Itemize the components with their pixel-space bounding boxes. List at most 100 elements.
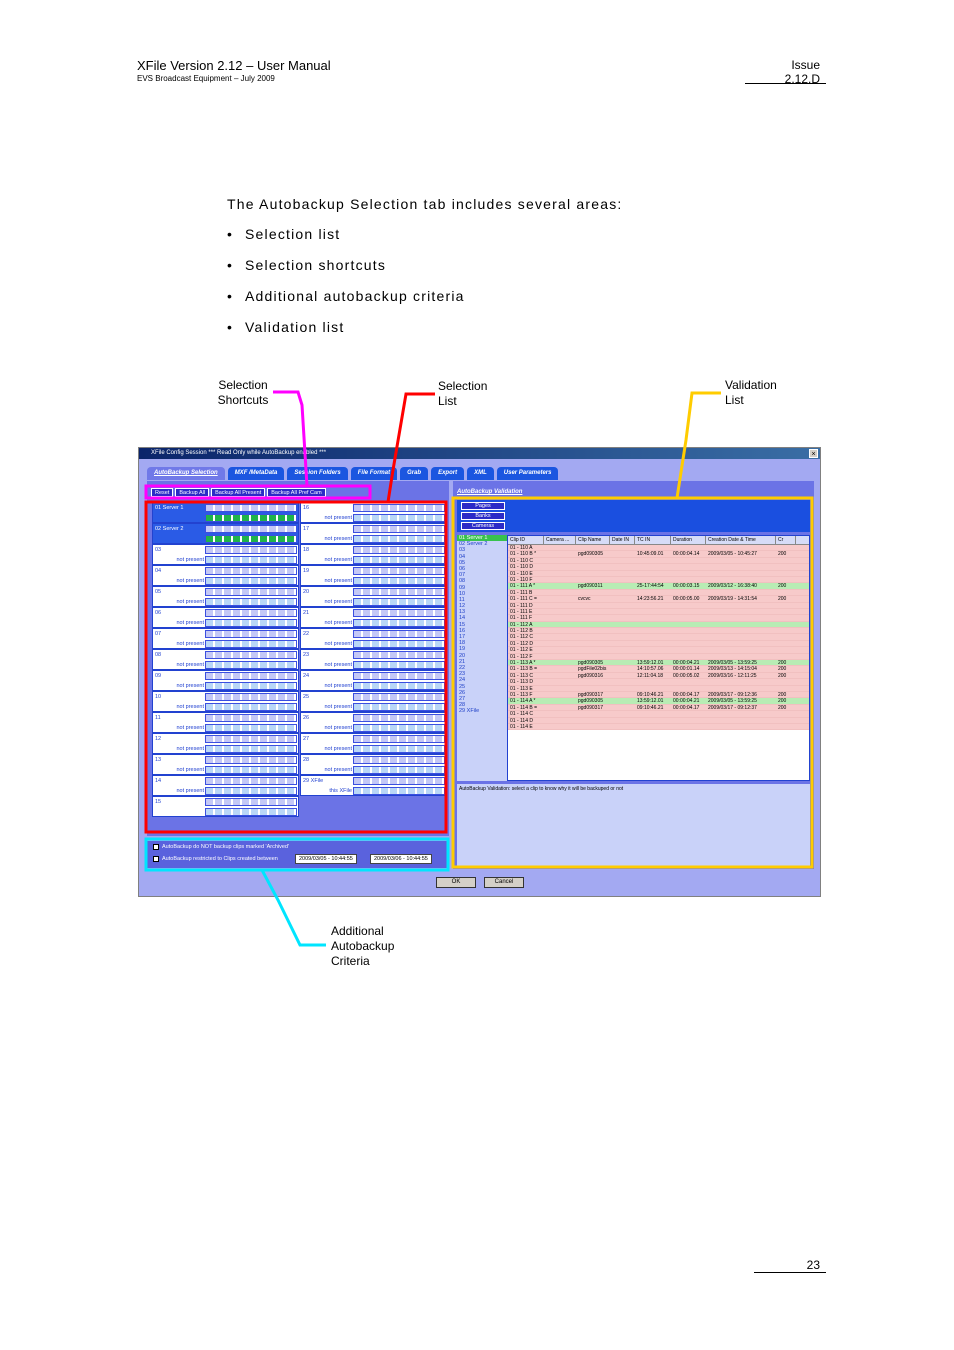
page-buttons[interactable]	[353, 577, 445, 585]
tab-user-parameters[interactable]: User Parameters	[496, 467, 559, 480]
selection-cell[interactable]: 14 not present	[152, 775, 299, 796]
selection-cell[interactable]: 29 XFile this XFile	[300, 775, 447, 796]
page-buttons[interactable]	[205, 766, 297, 774]
page-buttons[interactable]	[353, 787, 445, 795]
camera-buttons[interactable]	[353, 525, 445, 533]
date-to-field[interactable]: 2009/03/06 - 10:44:55	[370, 854, 432, 864]
camera-buttons[interactable]	[205, 651, 297, 659]
page-buttons[interactable]	[205, 535, 297, 543]
page-buttons[interactable]	[205, 514, 297, 522]
selection-cell[interactable]: 15	[152, 796, 299, 817]
camera-buttons[interactable]	[353, 609, 445, 617]
selection-cell[interactable]: 22 not present	[300, 628, 447, 649]
selection-cell[interactable]: 03 not present	[152, 544, 299, 565]
page-buttons[interactable]	[205, 640, 297, 648]
camera-buttons[interactable]	[205, 630, 297, 638]
page-buttons[interactable]	[353, 766, 445, 774]
tab-mxf-metadata[interactable]: MXF /MetaData	[227, 467, 285, 480]
tab-autobackup-selection[interactable]: AutoBackup Selection	[147, 467, 225, 480]
column-header[interactable]: Clip ID	[508, 536, 544, 544]
camera-buttons[interactable]	[205, 609, 297, 617]
close-icon[interactable]: ×	[809, 449, 818, 458]
page-buttons[interactable]	[353, 661, 445, 669]
tab-file-format[interactable]: File Format	[350, 467, 398, 480]
tab-xml[interactable]: XML	[467, 467, 494, 480]
camera-buttons[interactable]	[205, 567, 297, 575]
page-buttons[interactable]	[353, 619, 445, 627]
selection-cell[interactable]: 10 not present	[152, 691, 299, 712]
selection-cell[interactable]: 21 not present	[300, 607, 447, 628]
selection-cell[interactable]: 16 not present	[300, 502, 447, 523]
cancel-button[interactable]: Cancel	[484, 877, 524, 888]
selection-cell[interactable]: 12 not present	[152, 733, 299, 754]
page-buttons[interactable]	[353, 556, 445, 564]
page-buttons[interactable]	[353, 682, 445, 690]
page-buttons[interactable]	[353, 514, 445, 522]
camera-buttons[interactable]	[205, 735, 297, 743]
camera-buttons[interactable]	[353, 504, 445, 512]
camera-buttons[interactable]	[205, 777, 297, 785]
camera-buttons[interactable]	[353, 630, 445, 638]
backup-all-pref-cam-button[interactable]: Backup All Pref Cam	[267, 488, 326, 497]
camera-buttons[interactable]	[205, 504, 297, 512]
camera-buttons[interactable]	[353, 672, 445, 680]
camera-buttons[interactable]	[353, 693, 445, 701]
page-buttons[interactable]	[205, 703, 297, 711]
criteria-date-row[interactable]: AutoBackup restricted to Clips created b…	[153, 856, 278, 862]
camera-buttons[interactable]	[205, 693, 297, 701]
page-buttons[interactable]	[353, 535, 445, 543]
selection-cell[interactable]: 25 not present	[300, 691, 447, 712]
selection-cell[interactable]: 23 not present	[300, 649, 447, 670]
camera-buttons[interactable]	[353, 588, 445, 596]
tab-export[interactable]: Export	[431, 467, 465, 480]
selection-cell[interactable]: 28 not present	[300, 754, 447, 775]
cameras-label[interactable]: Cameras	[461, 522, 505, 530]
selection-cell[interactable]: 02 Server 2	[152, 523, 299, 544]
camera-buttons[interactable]	[205, 714, 297, 722]
camera-buttons[interactable]	[353, 756, 445, 764]
camera-buttons[interactable]	[353, 567, 445, 575]
selection-cell[interactable]: 06 not present	[152, 607, 299, 628]
selection-cell[interactable]: 05 not present	[152, 586, 299, 607]
camera-buttons[interactable]	[205, 546, 297, 554]
archived-checkbox[interactable]	[153, 844, 159, 850]
page-buttons[interactable]	[205, 745, 297, 753]
selection-cell[interactable]: 07 not present	[152, 628, 299, 649]
selection-cell[interactable]: 08 not present	[152, 649, 299, 670]
camera-buttons[interactable]	[205, 798, 297, 806]
page-buttons[interactable]	[205, 808, 297, 816]
camera-buttons[interactable]	[205, 672, 297, 680]
tab-session-folders[interactable]: Session Folders	[287, 467, 348, 480]
camera-buttons[interactable]	[353, 714, 445, 722]
column-header[interactable]: Cr	[776, 536, 796, 544]
camera-buttons[interactable]	[353, 735, 445, 743]
camera-buttons[interactable]	[205, 588, 297, 596]
selection-cell[interactable]: 11 not present	[152, 712, 299, 733]
backup-all-button[interactable]: Backup All	[175, 488, 210, 497]
backup-all-present-button[interactable]: Backup All Present	[211, 488, 266, 497]
ok-button[interactable]: OK	[436, 877, 476, 888]
selection-cell[interactable]: 26 not present	[300, 712, 447, 733]
page-buttons[interactable]	[205, 556, 297, 564]
selection-cell[interactable]: 18 not present	[300, 544, 447, 565]
page-buttons[interactable]	[353, 640, 445, 648]
column-header[interactable]: Duration	[671, 536, 706, 544]
reset-button[interactable]: Reset	[151, 488, 174, 497]
page-buttons[interactable]	[353, 598, 445, 606]
table-row[interactable]: 01 - 114 E	[508, 723, 809, 731]
selection-cell[interactable]: 09 not present	[152, 670, 299, 691]
date-from-field[interactable]: 2009/03/05 - 10:44:55	[295, 854, 357, 864]
validation-server-item[interactable]: 29 XFile	[457, 708, 507, 714]
selection-cell[interactable]: 01 Server 1	[152, 502, 299, 523]
selection-cell[interactable]: 13 not present	[152, 754, 299, 775]
page-buttons[interactable]	[205, 577, 297, 585]
camera-buttons[interactable]	[353, 777, 445, 785]
selection-cell[interactable]: 27 not present	[300, 733, 447, 754]
page-buttons[interactable]	[353, 703, 445, 711]
page-buttons[interactable]	[205, 661, 297, 669]
page-buttons[interactable]	[205, 682, 297, 690]
page-buttons[interactable]	[205, 787, 297, 795]
column-header[interactable]: Date IN	[610, 536, 635, 544]
page-buttons[interactable]	[353, 745, 445, 753]
page-buttons[interactable]	[205, 598, 297, 606]
